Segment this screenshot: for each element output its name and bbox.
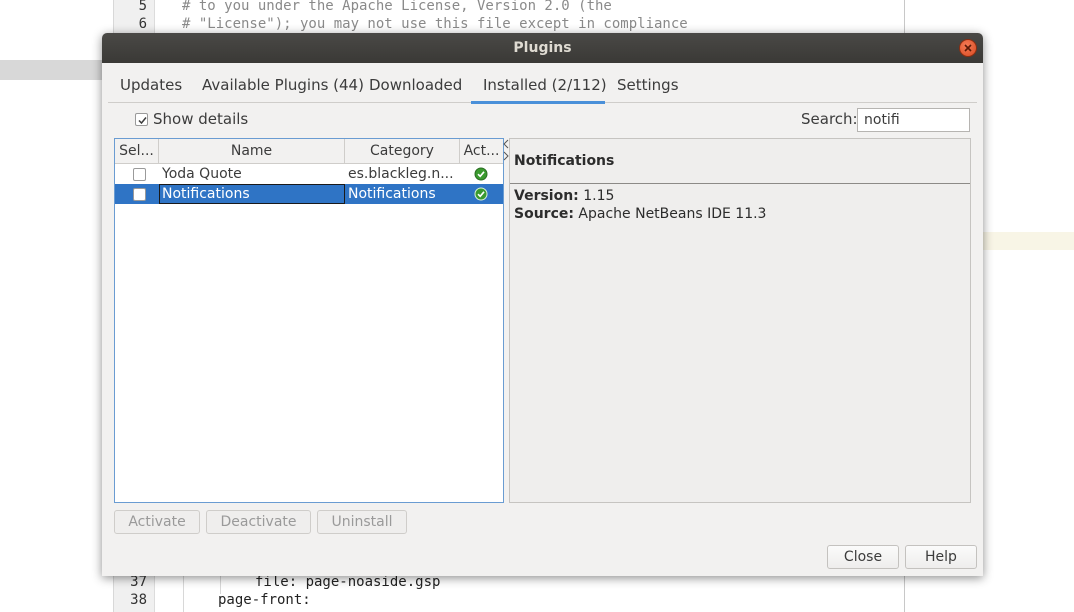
plugin-name: Notifications [159, 184, 345, 204]
code-line[interactable]: # to you under the Apache License, Versi… [182, 0, 612, 14]
tab-label: Updates [120, 76, 183, 94]
tab-label: Installed (2/112) [483, 76, 607, 94]
source-line: Source: Apache NetBeans IDE 11.3 [514, 206, 766, 222]
help-button[interactable]: Help [905, 545, 977, 569]
deactivate-button[interactable]: Deactivate [206, 510, 311, 534]
tab-label: Available Plugins (44) [202, 76, 364, 94]
search-label: Search: [801, 110, 858, 128]
plugins-dialog: Plugins Updates Available Plugins (44) D… [102, 33, 983, 576]
column-header-active[interactable]: Act... [460, 139, 503, 163]
code-line[interactable]: page-front: [218, 592, 311, 608]
plugins-table: Sel... Name Category Act... Yoda Quote e… [114, 138, 504, 503]
line-number: 38 [130, 592, 147, 608]
table-row-selected[interactable]: Notifications Notifications [115, 184, 503, 204]
show-details-label[interactable]: Show details [153, 110, 248, 128]
plugin-details-pane: Notifications Version: 1.15 Source: Apac… [509, 138, 971, 503]
plugin-name: Yoda Quote [162, 166, 242, 182]
uninstall-button[interactable]: Uninstall [317, 510, 407, 534]
table-row[interactable]: Yoda Quote es.blackleg.n... [115, 164, 503, 184]
details-header: Notifications [510, 139, 970, 184]
row-select-checkbox[interactable] [133, 188, 146, 201]
show-details-checkbox[interactable] [135, 113, 148, 126]
window-close-icon[interactable] [959, 39, 977, 57]
editor-line-highlight [983, 232, 1074, 250]
table-header: Sel... Name Category Act... [115, 139, 503, 164]
column-header-select[interactable]: Sel... [115, 139, 159, 163]
plugin-category: es.blackleg.n... [348, 166, 454, 182]
column-header-category[interactable]: Category [345, 139, 460, 163]
version-value: 1.15 [583, 188, 615, 204]
active-check-icon [474, 187, 488, 201]
column-header-name[interactable]: Name [159, 139, 345, 163]
tab-installed[interactable]: Installed (2/112) [471, 76, 607, 104]
checkmark-icon [138, 117, 147, 125]
background-strip [0, 60, 113, 80]
details-title: Notifications [514, 153, 615, 169]
dialog-title: Plugins [513, 40, 572, 56]
source-value: Apache NetBeans IDE 11.3 [578, 206, 767, 222]
line-number: 6 [138, 16, 147, 32]
row-select-checkbox[interactable] [133, 168, 146, 181]
dialog-titlebar[interactable]: Plugins [102, 33, 983, 63]
line-number: 5 [138, 0, 147, 14]
code-line[interactable]: # "License"); you may not use this file … [182, 16, 688, 32]
version-label: Version: [514, 188, 579, 204]
indent-guide [183, 576, 184, 612]
tab-bar: Updates Available Plugins (44) Downloade… [108, 69, 977, 104]
plugin-category: Notifications [348, 186, 436, 202]
close-button[interactable]: Close [827, 545, 899, 569]
version-line: Version: 1.15 [514, 188, 614, 204]
tab-label: Settings [617, 76, 679, 94]
code-line[interactable]: file: page-noaside.gsp [255, 574, 440, 590]
line-number: 37 [130, 574, 147, 590]
tab-label: Downloaded [369, 76, 463, 94]
search-input[interactable] [857, 108, 970, 132]
active-check-icon [474, 167, 488, 181]
source-label: Source: [514, 206, 574, 222]
activate-button[interactable]: Activate [114, 510, 200, 534]
